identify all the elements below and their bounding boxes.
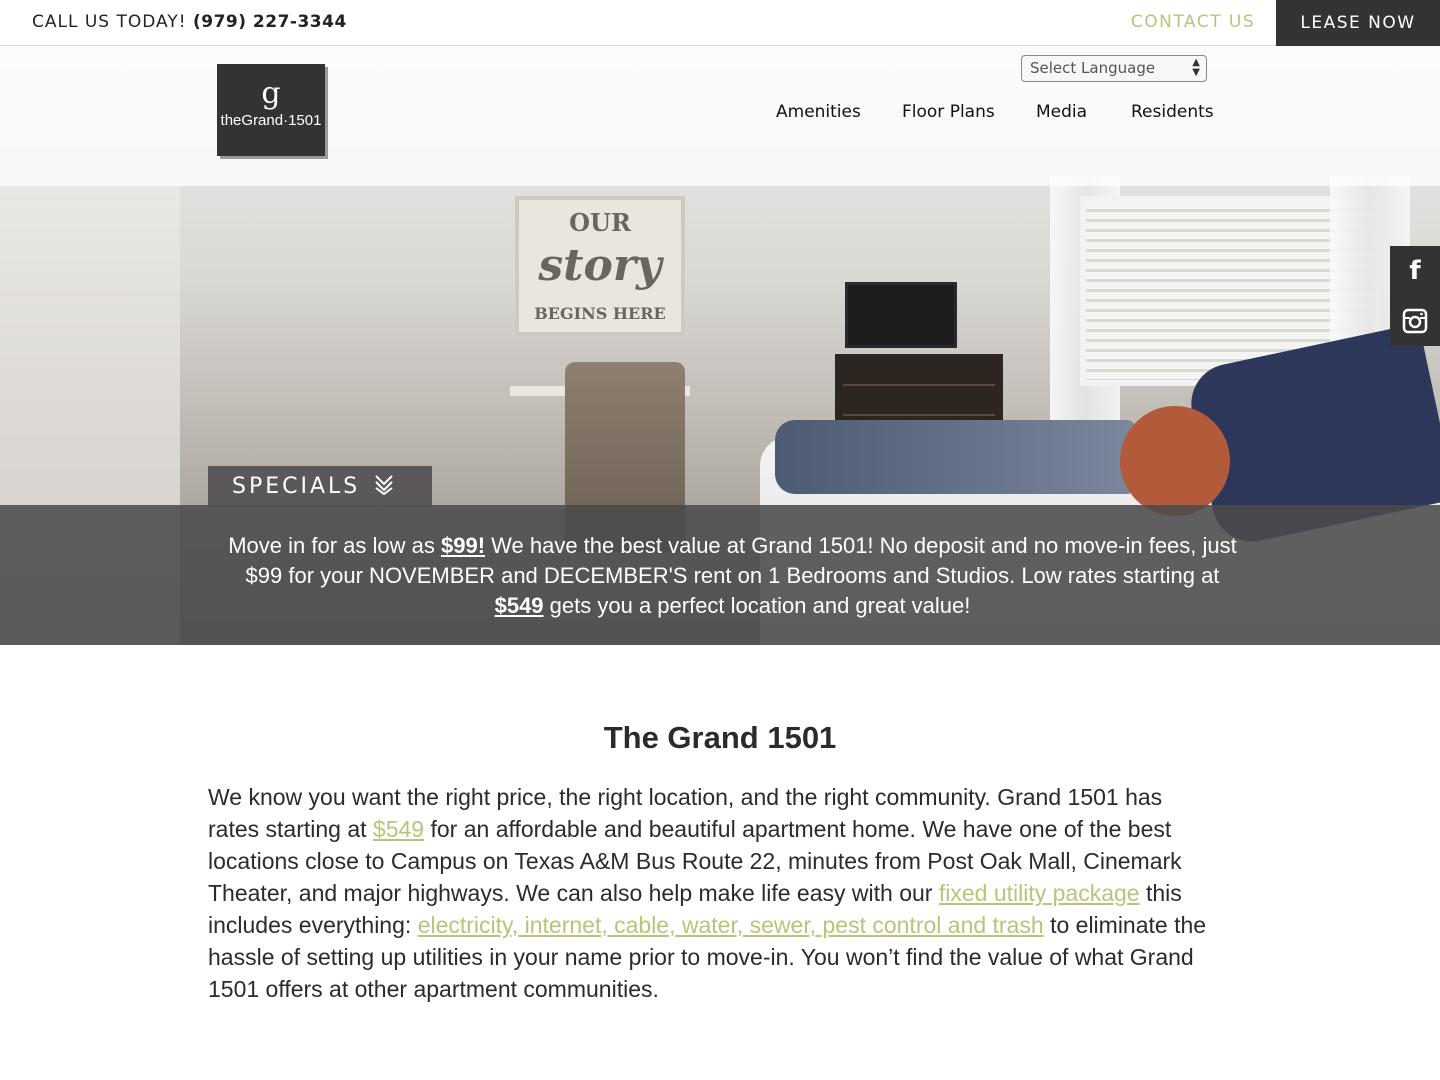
language-select[interactable]: Select Language ▲ ▼ [1021,55,1207,82]
intro-paragraph: We know you want the right price, the ri… [208,784,1207,1002]
contact-us-link[interactable]: CONTACT US [1110,12,1276,32]
language-select-value: Select Language [1030,59,1156,77]
specials-price-99[interactable]: $99! [441,533,485,558]
call-label: CALL US TODAY! [32,12,187,32]
lease-now-button[interactable]: LEASE NOW [1276,0,1440,46]
nav-floor-plans[interactable]: Floor Plans [902,102,995,122]
logo-letter: g [261,76,281,111]
facebook-glyph: f [1409,256,1421,286]
sign-line-1: OUR [569,208,631,237]
phone-link[interactable]: (979) 227-3344 [193,12,347,32]
specials-label: SPECIALS [232,473,361,499]
instagram-glyph [1402,308,1428,334]
nav-residents[interactable]: Residents [1131,102,1214,122]
facebook-icon[interactable]: f [1390,246,1440,296]
page-title: The Grand 1501 [603,720,837,755]
utilities-list-link[interactable]: electricity, internet, cable, water, sew… [418,912,1044,938]
hero-wall-sign: OUR story BEGINS HERE [515,196,685,336]
site-header: g theGrand·1501 Select Language ▲ ▼ Ameni… [0,46,1440,186]
sign-line-2: story [538,240,662,291]
call-us-text: CALL US TODAY! (979) 227-3344 [32,12,347,32]
specials-banner: Move in for as low as $99! We have the b… [0,505,1440,645]
specials-price-549[interactable]: $549 [495,593,544,618]
nav-amenities[interactable]: Amenities [776,102,861,122]
nav-media[interactable]: Media [1036,102,1087,122]
chevron-double-down-icon [374,473,394,500]
hero-pillow-rust [1120,406,1230,516]
specials-text: Move in for as low as $99! We have the b… [228,533,1237,618]
instagram-icon[interactable] [1390,296,1440,346]
select-arrows-icon: ▲ ▼ [1192,57,1200,78]
price-link[interactable]: $549 [373,816,424,842]
specials-tab[interactable]: SPECIALS [208,466,432,506]
hero-throw [775,420,1135,494]
hero-tv [845,282,957,348]
sign-line-3: BEGINS HERE [534,304,666,323]
site-logo[interactable]: g theGrand·1501 [217,64,325,156]
top-bar: CALL US TODAY! (979) 227-3344 CONTACT US… [0,0,1440,46]
utility-package-link[interactable]: fixed utility package [939,880,1140,906]
logo-name: theGrand·1501 [220,112,322,129]
